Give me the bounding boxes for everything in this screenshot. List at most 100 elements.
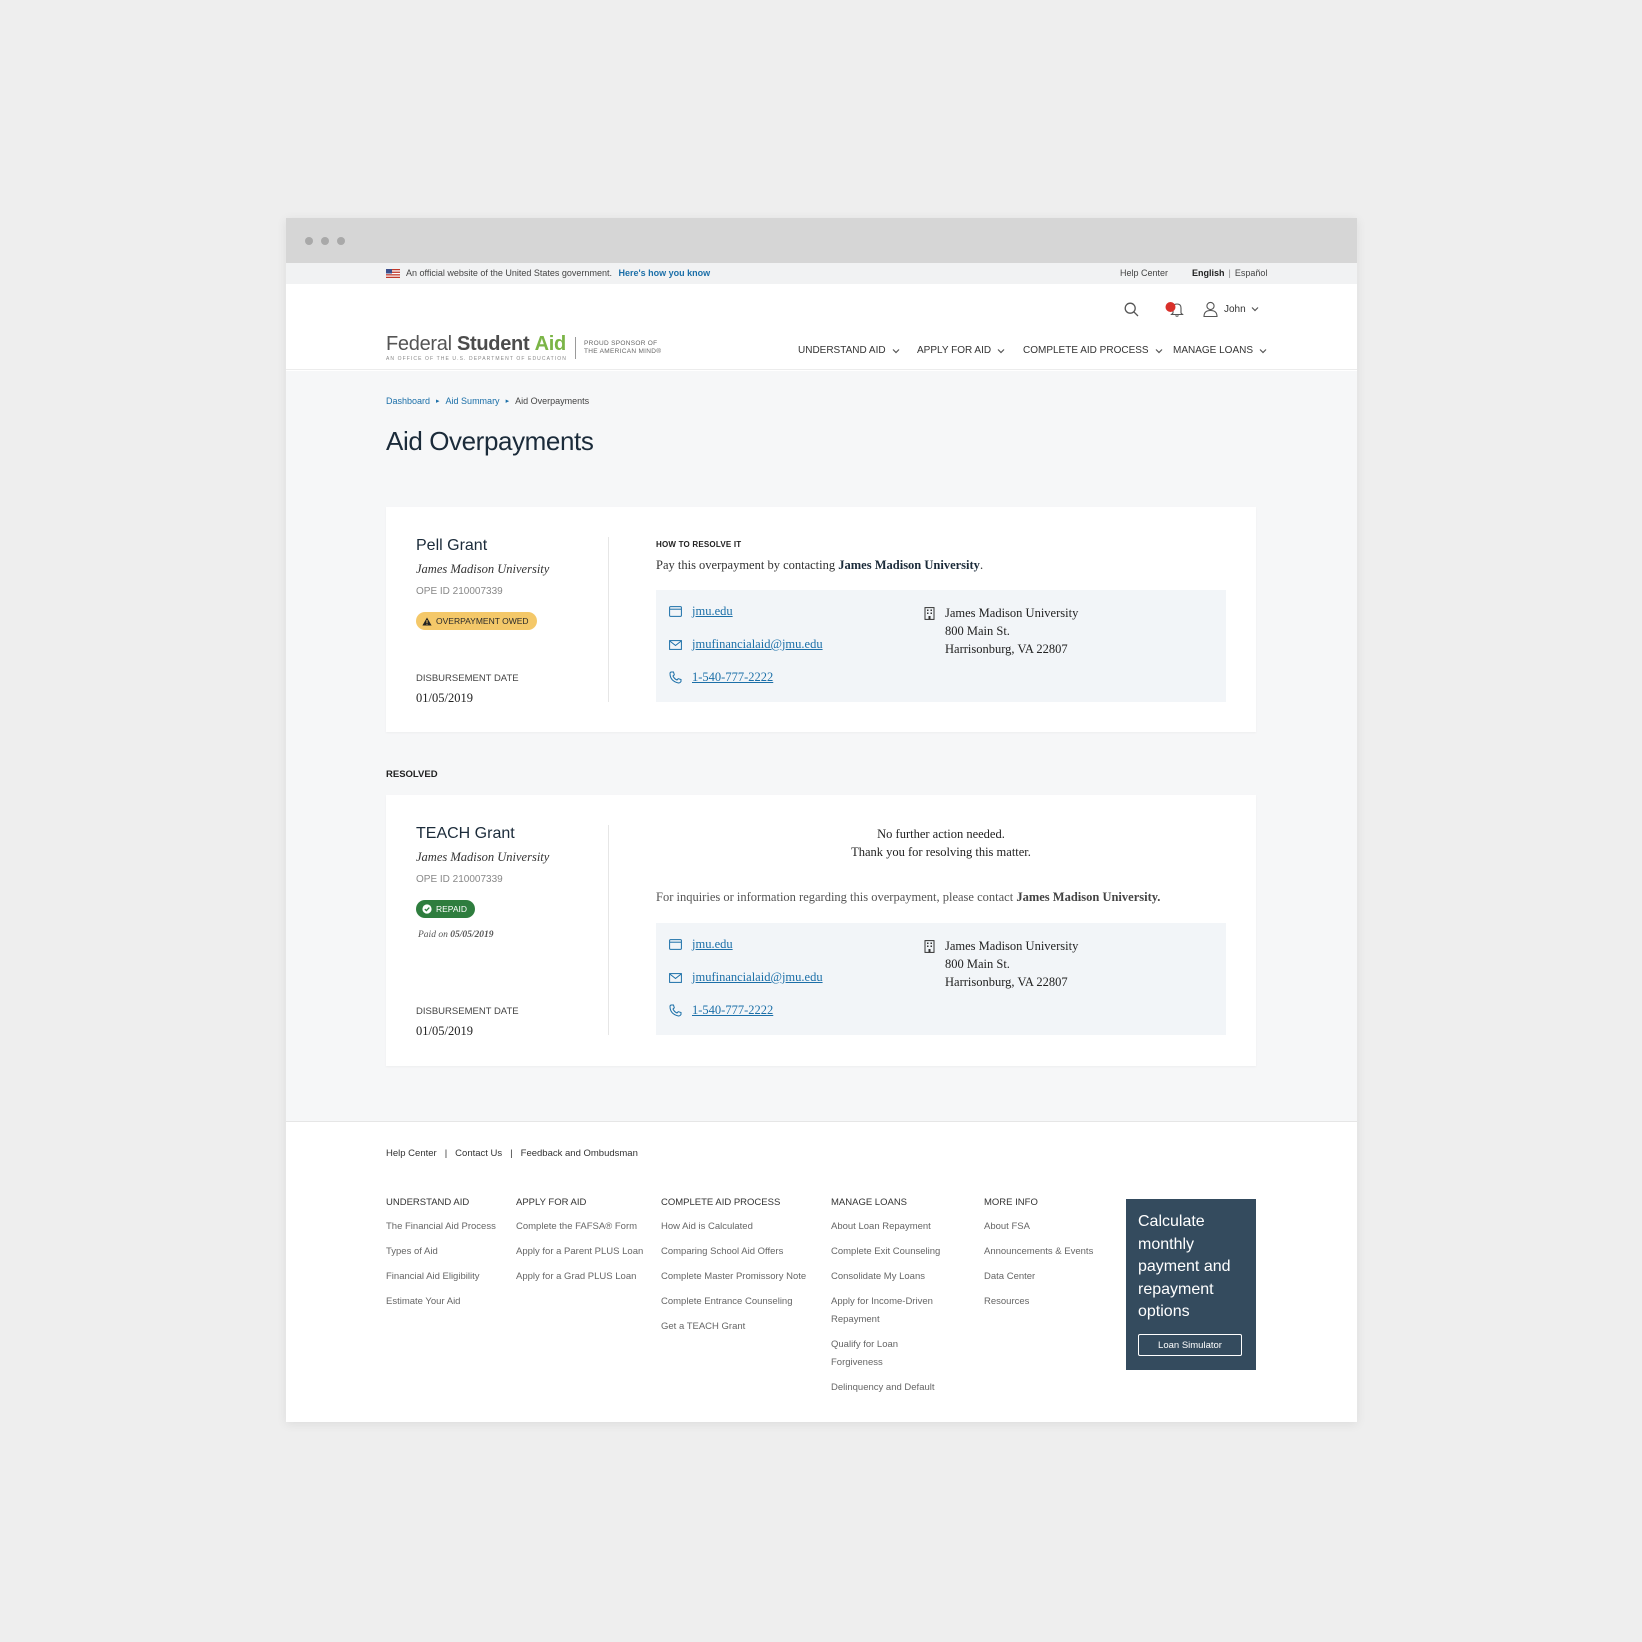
grant-summary: TEACH Grant James Madison University OPE… [416, 825, 606, 940]
resolved-message-line: No further action needed. [877, 827, 1005, 841]
footer-link[interactable]: Complete Master Promissory Note [661, 1268, 821, 1286]
logo-wordmark: Federal Student Aid [386, 334, 567, 354]
site-footer: Help Center | Contact Us | Feedback and Ombu… [286, 1121, 1357, 1422]
language-switch: English | Español [1192, 268, 1267, 278]
footer-link[interactable]: The Financial Aid Process [386, 1218, 506, 1236]
footer-link[interactable]: Financial Aid Eligibility [386, 1268, 506, 1286]
browser-window: An official website of the United States… [286, 218, 1357, 1422]
resolved-message-line: Thank you for resolving this matter. [851, 845, 1031, 859]
resolved-message: No further action needed. Thank you for … [656, 825, 1226, 861]
fsa-logo[interactable]: Federal Student Aid An OFFICE of the U.S… [386, 334, 661, 362]
footer-col-heading: UNDERSTAND AID [386, 1197, 470, 1208]
chevron-down-icon [1251, 307, 1259, 312]
school-name: James Madison University [416, 850, 550, 864]
contact-box: jmu.edu jmufinancialaid@jmu.edu 1-540-77… [656, 923, 1226, 1035]
user-menu[interactable]: John [1203, 300, 1259, 318]
footer-col-apply-for-aid: APPLY FOR AID Complete the FAFSA® Form A… [516, 1197, 651, 1293]
loan-simulator-button[interactable]: Loan Simulator [1138, 1334, 1242, 1356]
footer-link[interactable]: Apply for Income-Driven Repayment [831, 1293, 951, 1329]
footer-col-understand-aid: UNDERSTAND AID The Financial Aid Process… [386, 1197, 506, 1318]
nav-understand-aid[interactable]: UNDERSTAND AID [798, 345, 900, 356]
window-dot [321, 237, 329, 245]
address-line: 800 Main St. [945, 624, 1010, 638]
footer-link[interactable]: Comparing School Aid Offers [661, 1243, 821, 1261]
logo-aid: Aid [534, 333, 567, 355]
mail-icon [669, 972, 682, 983]
ope-id: OPE ID 210007339 [416, 586, 503, 597]
contact-web: jmu.edu [669, 604, 733, 619]
website-link[interactable]: jmu.edu [692, 937, 733, 952]
loan-simulator-promo: Calculate monthly payment and repayment … [1126, 1199, 1256, 1370]
chevron-down-icon [997, 348, 1005, 353]
footer-link[interactable]: Consolidate My Loans [831, 1268, 951, 1286]
footer-feedback-link[interactable]: Feedback and Ombudsman [521, 1148, 638, 1159]
footer-contact-us-link[interactable]: Contact Us [455, 1148, 502, 1159]
grant-name: TEACH Grant [416, 825, 515, 842]
website-link[interactable]: jmu.edu [692, 604, 733, 619]
footer-link[interactable]: Resources [984, 1293, 1114, 1311]
footer-top-links: Help Center | Contact Us | Feedback and Ombu… [386, 1148, 638, 1159]
status-badge: REPAID [416, 900, 476, 918]
footer-col-heading: APPLY FOR AID [516, 1197, 587, 1208]
footer-help-center-link[interactable]: Help Center [386, 1148, 437, 1159]
footer-link[interactable]: Complete Entrance Counseling [661, 1293, 821, 1311]
card-divider [608, 825, 609, 1035]
window-dot [305, 237, 313, 245]
footer-link[interactable]: Estimate Your Aid [386, 1293, 506, 1311]
email-link[interactable]: jmufinancialaid@jmu.edu [692, 637, 823, 652]
notifications-button[interactable] [1165, 300, 1185, 318]
footer-link[interactable]: About FSA [984, 1218, 1114, 1236]
nav-manage-loans[interactable]: MANAGE LOANS [1173, 345, 1267, 356]
footer-link[interactable]: How Aid is Calculated [661, 1218, 821, 1236]
chevron-down-icon [1155, 348, 1163, 353]
footer-link[interactable]: Get a TEACH Grant [661, 1318, 821, 1336]
browser-icon [669, 606, 682, 617]
footer-col-heading: COMPLETE AID PROCESS [661, 1197, 781, 1208]
footer-link[interactable]: Apply for a Grad PLUS Loan [516, 1268, 651, 1286]
logo-subline: An OFFICE of the U.S. DEPARTMENT of EDUC… [386, 356, 567, 362]
footer-col-more-info: MORE INFO About FSA Announcements & Even… [984, 1197, 1114, 1318]
gov-official-text: An official website of the United States… [406, 268, 612, 278]
footer-link[interactable]: Complete Exit Counseling [831, 1243, 951, 1261]
contact-address: James Madison University 800 Main St. Ha… [924, 604, 1078, 658]
browser-icon [669, 939, 682, 950]
search-button[interactable] [1124, 300, 1139, 318]
disbursement-label: DISBURSEMENT DATE [416, 1006, 519, 1017]
help-center-link[interactable]: Help Center [1120, 268, 1168, 278]
lang-espanol[interactable]: Español [1235, 268, 1268, 278]
footer-link[interactable]: Types of Aid [386, 1243, 506, 1261]
footer-link[interactable]: Apply for a Parent PLUS Loan [516, 1243, 651, 1261]
gov-banner: An official website of the United States… [286, 263, 1357, 284]
grant-name: Pell Grant [416, 537, 488, 554]
footer-link[interactable]: Data Center [984, 1268, 1114, 1286]
breadcrumb: Dashboard ▸ Aid Summary ▸ Aid Overpaymen… [386, 396, 589, 406]
footer-link[interactable]: Complete the FAFSA® Form [516, 1218, 651, 1236]
window-dot [337, 237, 345, 245]
breadcrumb-aid-summary[interactable]: Aid Summary [446, 396, 500, 406]
contact-phone: 1-540-777-2222 [669, 1003, 773, 1018]
ope-id: OPE ID 210007339 [416, 874, 503, 885]
paid-on-date: 05/05/2019 [450, 930, 494, 940]
address-line: James Madison University [945, 939, 1079, 953]
lang-english[interactable]: English [1192, 268, 1225, 278]
footer-link[interactable]: About Loan Repayment [831, 1218, 951, 1236]
heres-how-you-know-link[interactable]: Here's how you know [618, 268, 710, 278]
footer-link[interactable]: Announcements & Events [984, 1243, 1114, 1261]
email-link[interactable]: jmufinancialaid@jmu.edu [692, 970, 823, 985]
resolve-text-part: Pay this overpayment by contacting [656, 558, 839, 572]
status-badge-label: OVERPAYMENT OWED [436, 616, 529, 626]
footer-link[interactable]: Delinquency and Default [831, 1379, 951, 1397]
nav-label: COMPLETE AID PROCESS [1023, 345, 1149, 356]
nav-apply-for-aid[interactable]: APPLY FOR AID [917, 345, 1005, 356]
phone-link[interactable]: 1-540-777-2222 [692, 1003, 773, 1018]
footer-link[interactable]: Qualify for Loan Forgiveness [831, 1336, 951, 1372]
page-title: Aid Overpayments [386, 426, 594, 456]
breadcrumb-dashboard[interactable]: Dashboard [386, 396, 430, 406]
nav-label: UNDERSTAND AID [798, 345, 886, 356]
disbursement-label: DISBURSEMENT DATE [416, 673, 519, 684]
phone-link[interactable]: 1-540-777-2222 [692, 670, 773, 685]
phone-icon [669, 671, 682, 684]
nav-complete-aid-process[interactable]: COMPLETE AID PROCESS [1023, 345, 1163, 356]
address-line: Harrisonburg, VA 22807 [945, 642, 1068, 656]
contact-web: jmu.edu [669, 937, 733, 952]
